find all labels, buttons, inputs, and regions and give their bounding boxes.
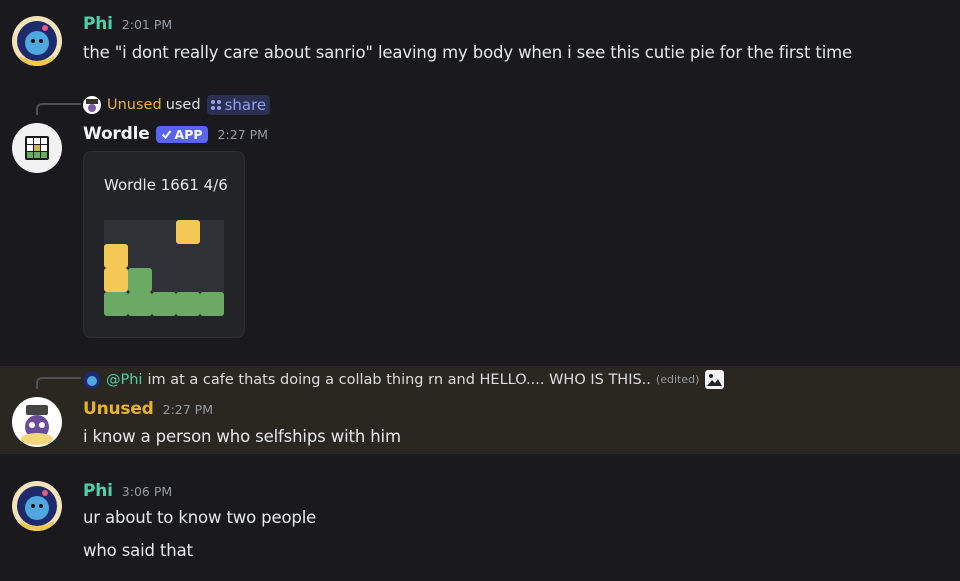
author-name[interactable]: Phi [83,481,113,501]
reply-username[interactable]: Unused [107,97,162,113]
wordle-tile [128,220,152,244]
wordle-tile [104,292,128,316]
command-name[interactable]: share [225,96,267,114]
author-name[interactable]: Wordle [83,124,150,144]
wordle-tile [176,220,200,244]
used-label: used [165,97,201,113]
wordle-tile [200,292,224,316]
command-pill[interactable]: share [206,95,271,115]
wordle-tile [200,268,224,292]
wordle-tile [104,244,128,268]
author-name[interactable]: Unused [83,399,154,419]
message-text: i know a person who selfships with him [83,427,401,446]
wordle-tile [128,244,152,268]
edited-label: (edited) [655,373,700,386]
wordle-tile [128,292,152,316]
phi-mini-avatar[interactable] [83,370,101,389]
author-name[interactable]: Phi [83,14,113,34]
timestamp[interactable]: 2:01 PM [122,17,172,32]
timestamp[interactable]: 3:06 PM [122,484,172,499]
message-text: the "i dont really care about sanrio" le… [83,43,853,62]
wordle-tile [176,292,200,316]
wordle-tile [152,268,176,292]
wordle-tile [176,268,200,292]
wordle-avatar[interactable] [12,123,62,173]
wordle-tile [104,220,128,244]
wordle-tile [152,220,176,244]
wordle-tile [200,220,224,244]
message-line: who said that [83,541,193,560]
apps-icon [210,100,221,110]
wordle-grid [104,220,224,316]
reply-connector [36,377,81,389]
reply-preview[interactable]: im at a cafe thats doing a collab thing … [147,372,650,388]
unused-mini-avatar[interactable] [83,96,101,114]
app-badge: APP [155,125,208,143]
wordle-tile [176,244,200,268]
image-icon[interactable] [704,369,725,390]
timestamp[interactable]: 2:27 PM [163,402,213,417]
phi-avatar[interactable] [12,481,62,531]
wordle-tile [128,268,152,292]
unused-avatar[interactable] [12,397,62,447]
wordle-tile [104,268,128,292]
message-line: ur about to know two people [83,508,317,527]
reply-mention[interactable]: @Phi [106,372,142,388]
phi-avatar[interactable] [12,16,62,66]
card-title: Wordle 1661 4/6 [104,176,228,194]
app-badge-label: APP [174,126,203,142]
reply-connector [36,103,81,115]
wordle-tile [152,292,176,316]
wordle-tile [200,244,224,268]
wordle-card: Wordle 1661 4/6 [83,151,245,338]
check-icon [161,129,171,139]
timestamp[interactable]: 2:27 PM [218,127,268,142]
wordle-tile [152,244,176,268]
